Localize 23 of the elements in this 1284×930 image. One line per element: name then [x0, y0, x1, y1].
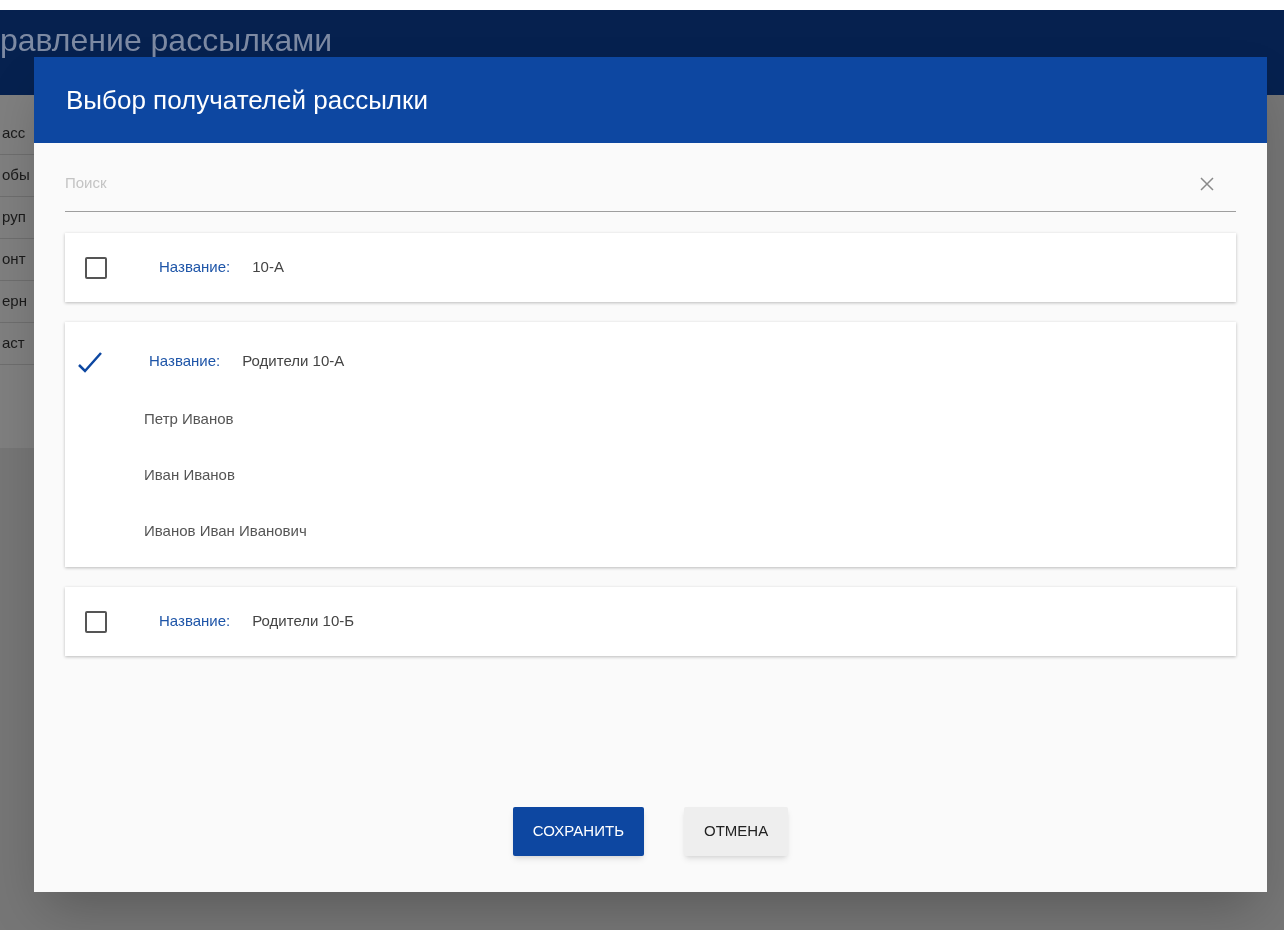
dialog-title: Выбор получателей рассылки — [66, 83, 428, 117]
sidebar-item[interactable]: асс — [0, 122, 26, 145]
field-label: Название: — [159, 611, 231, 632]
member-name: Иван Иванов — [143, 464, 236, 485]
sidebar-item[interactable]: руп — [0, 206, 26, 229]
save-button[interactable]: СОХРАНИТЬ — [512, 807, 644, 856]
sidebar-item[interactable]: обы — [0, 164, 30, 187]
checkmark-icon[interactable] — [77, 350, 103, 373]
field-label: Название: — [149, 351, 221, 372]
member-name: Иванов Иван Иванович — [143, 520, 308, 541]
sidebar-item[interactable]: аст — [0, 332, 25, 355]
group-name: 10-А — [252, 257, 284, 278]
group-name: Родители 10-А — [242, 351, 345, 372]
sidebar-item[interactable]: онт — [0, 248, 26, 271]
checkbox[interactable] — [85, 610, 107, 633]
sidebar-item[interactable]: ерн — [0, 290, 27, 313]
page-title: равление рассылками — [0, 21, 333, 56]
close-icon[interactable] — [1200, 177, 1214, 191]
checkbox[interactable] — [85, 256, 107, 279]
cancel-button[interactable]: ОТМЕНА — [684, 807, 789, 856]
field-label: Название: — [159, 257, 231, 278]
member-name: Петр Иванов — [143, 408, 235, 429]
group-name: Родители 10-Б — [252, 611, 355, 632]
